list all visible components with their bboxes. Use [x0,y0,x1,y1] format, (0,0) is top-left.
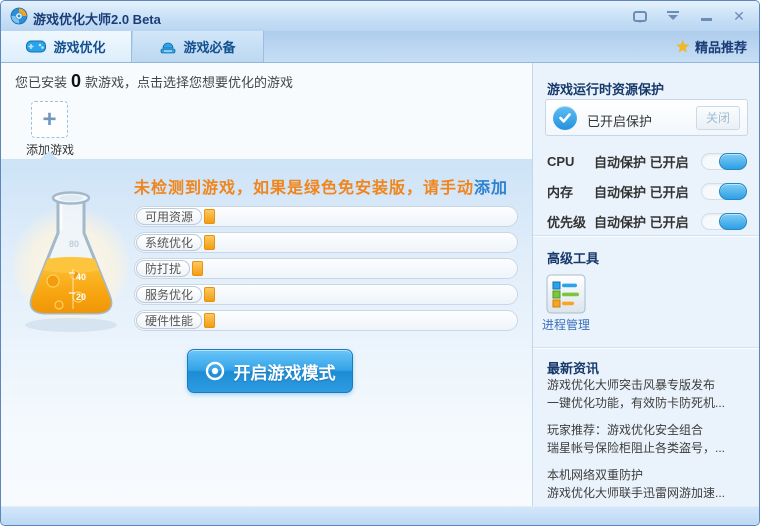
protection-title: 游戏运行时资源保护 [547,82,665,97]
news-item: 游戏优化大师突击风暴专版发布 一键优化功能，有效防卡防死机... [547,376,751,412]
title-bar: 游戏优化大师2.0 Beta ✕ [1,1,759,31]
check-icon [553,106,577,130]
news-title: 最新资讯 [547,361,600,376]
cpu-protect-toggle[interactable] [701,152,747,170]
start-game-mode-button[interactable]: 开启游戏模式 [187,349,353,393]
process-manager-label[interactable]: 进程管理 [540,316,592,333]
toggle-knob [719,152,747,170]
installed-count: 0 [71,71,82,91]
tab-label: 游戏必备 [183,40,236,55]
toggle-name: 优先级 [547,214,587,230]
news-headline[interactable]: 游戏优化大师突击风暴专版发布 [547,376,751,394]
toggle-knob [719,212,747,230]
app-window: 游戏优化大师2.0 Beta ✕ 游戏优化 游戏必备 ★ 精品推荐 您已安装 0… [0,0,760,526]
meter-system-optimize: 系统优化 [134,232,518,253]
separator [533,347,759,348]
meter-fill [204,235,216,250]
protection-status-box: 已开启保护 关闭 [545,99,748,136]
news-headline[interactable]: 玩家推荐：游戏优化安全组合 [547,421,751,439]
toggle-name: CPU [547,153,575,169]
news-subline[interactable]: 一键优化功能，有效防卡防死机... [547,394,751,412]
tab-game-optimize[interactable]: 游戏优化 [1,31,132,62]
svg-text:20: 20 [76,292,86,302]
menu-button[interactable] [665,8,681,24]
meter-available-resources: 可用资源 [134,206,518,227]
close-icon: ✕ [733,8,745,24]
news-subline[interactable]: 游戏优化大师联手迅雷网游加速... [547,484,751,502]
news-item: 玩家推荐：游戏优化安全组合 瑞星帐号保险柜阻止各类盗号，... [547,421,751,457]
feedback-button[interactable] [632,8,648,24]
separator [533,235,759,236]
meter-fill [204,209,216,224]
installed-games-text: 您已安装 0 款游戏，点击选择您想要优化的游戏 [15,71,293,92]
toggle-name: 内存 [547,184,574,200]
window-title: 游戏优化大师2.0 Beta [33,12,161,27]
meter-label: 防打扰 [136,260,191,277]
feedback-icon [633,10,647,23]
toggle-status: 自动保护 已开启 [594,214,689,230]
premium-label: 精品推荐 [694,40,747,55]
no-game-notice: 未检测到游戏，如果是绿色免安装版，请手动添加 [134,174,508,198]
game-detect-area: 未检测到游戏，如果是绿色免安装版，请手动添加 40 20 80 可用资源 系统优… [1,151,532,506]
minimize-icon [700,18,712,21]
protection-status-text: 已开启保护 [587,114,653,129]
bottom-status-strip [1,506,759,525]
meter-label: 系统优化 [136,234,203,251]
news-subline[interactable]: 瑞星帐号保险柜阻止各类盗号，... [547,439,751,457]
flask-illustration: 40 20 80 [13,191,129,332]
memory-protect-toggle[interactable] [701,182,747,200]
star-icon: ★ [675,38,690,56]
close-button[interactable]: ✕ [731,8,747,24]
main-panel: 您已安装 0 款游戏，点击选择您想要优化的游戏 + 添加游戏 未检测到游戏，如果是绿… [1,63,532,506]
meter-label: 服务优化 [136,286,203,303]
selection-notch [40,151,58,159]
optimize-meters: 可用资源 系统优化 防打扰 服务优化 硬件性能 [134,206,518,336]
add-game-link[interactable]: 添加 [474,180,508,197]
disc-icon [161,42,176,53]
meter-fill [204,287,216,302]
window-controls: ✕ [632,1,747,31]
add-game-button[interactable]: + [31,101,68,138]
process-manager-button[interactable] [546,274,586,314]
advanced-tools-title: 高级工具 [547,251,600,266]
plus-icon: + [42,105,57,133]
sidebar: 游戏运行时资源保护 已开启保护 关闭 CPU 自动保护 已开启 内存 自动保护 … [532,63,759,506]
meter-hardware-performance: 硬件性能 [134,310,518,331]
news-list: 游戏优化大师突击风暴专版发布 一键优化功能，有效防卡防死机... 玩家推荐：游戏… [547,376,751,511]
priority-protect-toggle[interactable] [701,212,747,230]
meter-fill [204,313,216,328]
tab-bar: 游戏优化 游戏必备 ★ 精品推荐 [1,31,759,63]
toggle-status: 自动保护 已开启 [594,154,689,170]
meter-anti-disturb: 防打扰 [134,258,518,279]
news-headline[interactable]: 本机网络双重防护 [547,466,751,484]
premium-recommend-link[interactable]: ★ 精品推荐 [676,31,747,62]
chevron-down-icon [667,11,679,21]
tab-label: 游戏优化 [53,40,106,55]
news-item: 本机网络双重防护 游戏优化大师联手迅雷网游加速... [547,466,751,502]
meter-label: 硬件性能 [136,312,203,329]
toggle-knob [719,182,747,200]
memory-protect-row: 内存 自动保护 已开启 [547,181,747,201]
tab-game-essentials[interactable]: 游戏必备 [133,31,264,62]
meter-fill [192,261,204,276]
installed-prefix: 您已安装 [15,75,68,90]
protection-close-button[interactable]: 关闭 [696,106,740,130]
target-icon [205,361,224,381]
svg-text:80: 80 [69,239,79,249]
app-logo-icon [10,7,28,25]
toggle-status: 自动保护 已开启 [594,184,689,200]
meter-service-optimize: 服务优化 [134,284,518,305]
notice-text: 未检测到游戏，如果是绿色免安装版，请手动 [134,180,475,197]
priority-protect-row: 优先级 自动保护 已开启 [547,211,747,231]
minimize-button[interactable] [698,8,714,24]
meter-label: 可用资源 [136,208,203,225]
gamepad-icon [26,40,47,53]
start-button-label: 开启游戏模式 [233,363,336,383]
cpu-protect-row: CPU 自动保护 已开启 [547,151,747,171]
svg-text:40: 40 [76,272,86,282]
installed-suffix: 款游戏，点击选择您想要优化的游戏 [85,75,294,90]
